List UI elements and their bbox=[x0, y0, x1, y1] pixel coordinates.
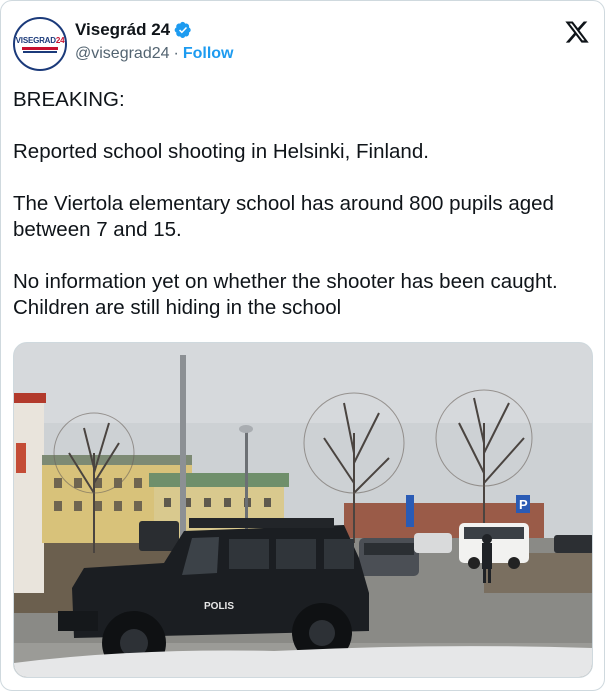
tweet-paragraph: No information yet on whether the shoote… bbox=[13, 270, 558, 319]
display-name-row: Visegrád 24 bbox=[75, 19, 234, 41]
author-handle[interactable]: @visegrad24 bbox=[75, 44, 170, 64]
avatar[interactable]: VISEGRAD24 bbox=[13, 17, 67, 71]
avatar-logo-subbar bbox=[23, 50, 57, 53]
parking-sign-label: P bbox=[519, 497, 528, 512]
vehicle-label: POLIS bbox=[204, 601, 234, 612]
verified-badge-icon bbox=[174, 21, 191, 39]
follow-button[interactable]: Follow bbox=[183, 44, 234, 64]
tweet-paragraph: Reported school shooting in Helsinki, Fi… bbox=[13, 140, 429, 163]
tweet-photo[interactable]: P POLIS bbox=[13, 342, 593, 678]
tweet-card: VISEGRAD24 Visegrád 24 @visegrad24 · Fol… bbox=[0, 0, 605, 691]
tweet-header: VISEGRAD24 Visegrád 24 @visegrad24 · Fol… bbox=[13, 15, 592, 75]
tweet-text: BREAKING: Reported school shooting in He… bbox=[13, 87, 584, 321]
author-names: Visegrád 24 @visegrad24 · Follow bbox=[75, 19, 234, 64]
x-logo-icon[interactable] bbox=[564, 19, 590, 45]
display-name[interactable]: Visegrád 24 bbox=[75, 19, 170, 41]
avatar-logo-bar bbox=[22, 46, 58, 50]
handle-row: @visegrad24 · Follow bbox=[75, 44, 234, 64]
handle-separator: · bbox=[173, 45, 179, 62]
photo-scene: P POLIS bbox=[14, 343, 592, 677]
tweet-paragraph: BREAKING: bbox=[13, 88, 125, 111]
tweet-paragraph: The Viertola elementary school has aroun… bbox=[13, 192, 554, 241]
avatar-logo-text: VISEGRAD24 bbox=[15, 35, 65, 45]
